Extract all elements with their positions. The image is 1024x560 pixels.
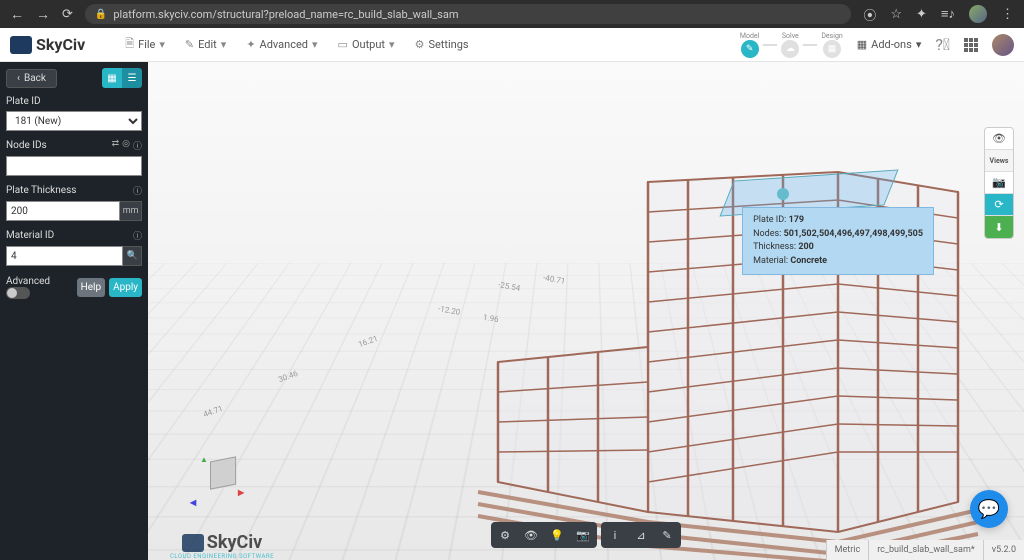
bottom-toolbar: ⚙ 👁 💡 📷 i ⊿ ✎	[491, 522, 681, 548]
addons-menu[interactable]: ▦Add-ons▾	[857, 38, 922, 51]
browser-avatar[interactable]	[969, 5, 987, 23]
plate-id-label: Plate ID	[6, 96, 41, 107]
wand-icon: ✦	[246, 38, 255, 51]
playlist-icon[interactable]: ≡♪	[941, 6, 955, 22]
confirm-tool[interactable]: ⬇	[985, 216, 1013, 238]
eye-tool[interactable]: 👁	[519, 524, 543, 546]
search-icon[interactable]: ⦿	[863, 5, 876, 24]
chat-button[interactable]: 💬	[970, 490, 1008, 528]
properties-panel: ‹Back ▦ ☰ Plate ID 181 (New) Node IDs⇄◎ⓘ…	[0, 62, 148, 560]
step-design[interactable]: ▦	[823, 40, 841, 58]
info-icon[interactable]: ⓘ	[133, 139, 142, 152]
measure-tool[interactable]: ⊿	[629, 524, 653, 546]
thickness-label: Plate Thickness	[6, 185, 76, 196]
view-card-button[interactable]: ▦	[102, 68, 122, 88]
browser-back[interactable]: ←	[10, 6, 24, 23]
info-tool[interactable]: i	[603, 524, 627, 546]
lock-icon: 🔒	[95, 9, 107, 20]
material-label: Material ID	[6, 230, 54, 241]
extensions-icon[interactable]: ✦	[916, 7, 927, 22]
browser-menu-icon[interactable]: ⋮	[1001, 7, 1014, 22]
material-input[interactable]	[6, 246, 123, 266]
step-model[interactable]: ✎	[741, 40, 759, 58]
views-tool[interactable]: Views	[985, 150, 1013, 172]
menu-file[interactable]: 🗎File▾	[125, 35, 165, 54]
thickness-unit: mm	[120, 201, 142, 221]
edit-tool[interactable]: ✎	[655, 524, 679, 546]
browser-forward[interactable]: →	[36, 6, 50, 23]
camera-tool[interactable]: 📷	[985, 172, 1013, 194]
app-logo[interactable]: SkyCiv	[10, 35, 85, 54]
node-ids-label: Node IDs	[6, 140, 47, 151]
watermark: SkyCiv CLOUD ENGINEERING SOFTWARE	[170, 532, 274, 560]
logo-icon	[10, 36, 32, 54]
display-tool[interactable]: ⚙	[493, 524, 517, 546]
help-icon[interactable]: ?⃝	[935, 35, 950, 54]
floor-grid	[148, 263, 1024, 560]
url-text: platform.skyciv.com/structural?preload_n…	[113, 8, 458, 21]
plate-id-select[interactable]: 181 (New)	[6, 111, 142, 131]
url-bar[interactable]: 🔒 platform.skyciv.com/structural?preload…	[85, 4, 851, 24]
menu-output[interactable]: ▭Output▾	[338, 35, 395, 54]
info-icon[interactable]: ⓘ	[133, 184, 142, 197]
star-icon[interactable]: ☆	[890, 7, 902, 22]
viewport-3d[interactable]: 16.21 30.46 44.71 -12.20 1.96 -25.54 -40…	[148, 62, 1024, 560]
apps-icon[interactable]	[964, 38, 978, 52]
visibility-tool[interactable]: 👁	[985, 128, 1013, 150]
selection-node-dot	[777, 188, 789, 200]
refresh-tool[interactable]: ⟳	[985, 194, 1013, 216]
version-status: v5.2.0	[983, 540, 1024, 560]
advanced-toggle[interactable]	[6, 287, 30, 299]
file-status: rc_build_slab_wall_sam*	[868, 540, 983, 560]
info-icon[interactable]: ⓘ	[133, 229, 142, 242]
view-list-button[interactable]: ☰	[122, 68, 142, 88]
menu-advanced[interactable]: ✦Advanced▾	[246, 35, 317, 54]
pencil-icon: ✎	[185, 38, 194, 51]
bulb-tool[interactable]: 💡	[545, 524, 569, 546]
menu-settings[interactable]: ⚙Settings	[415, 35, 469, 54]
units-status[interactable]: Metric	[826, 540, 869, 560]
swap-icon[interactable]: ⇄	[112, 139, 120, 152]
step-solve[interactable]: ☁	[781, 40, 799, 58]
grid-icon: ▦	[857, 38, 867, 51]
help-button[interactable]: Help	[77, 278, 105, 297]
back-button[interactable]: ‹Back	[6, 69, 57, 88]
workflow-stepper: Model✎ Solve☁ Design▦	[740, 32, 843, 58]
right-toolbar: 👁 Views 📷 ⟳ ⬇	[984, 127, 1014, 239]
gear-icon: ⚙	[415, 38, 425, 51]
material-search-icon[interactable]: 🔍	[123, 246, 142, 266]
snapshot-tool[interactable]: 📷	[571, 524, 595, 546]
target-icon[interactable]: ◎	[122, 139, 130, 152]
screen-icon: ▭	[338, 38, 348, 51]
thickness-input[interactable]	[6, 201, 120, 221]
node-ids-input[interactable]	[6, 156, 142, 176]
apply-button[interactable]: Apply	[109, 278, 142, 297]
advanced-label: Advanced	[6, 276, 50, 287]
file-icon: 🗎	[125, 35, 134, 54]
menu-edit[interactable]: ✎Edit▾	[185, 35, 226, 54]
axis-gizmo[interactable]: ▶ ▲ ◀	[188, 450, 258, 520]
status-bar: Metric rc_build_slab_wall_sam* v5.2.0	[826, 540, 1024, 560]
plate-tooltip: Plate ID: 179 Nodes: 501,502,504,496,497…	[742, 207, 934, 275]
user-avatar[interactable]	[992, 34, 1014, 56]
browser-reload[interactable]: ⟳	[62, 7, 73, 22]
chevron-left-icon: ‹	[17, 73, 20, 84]
